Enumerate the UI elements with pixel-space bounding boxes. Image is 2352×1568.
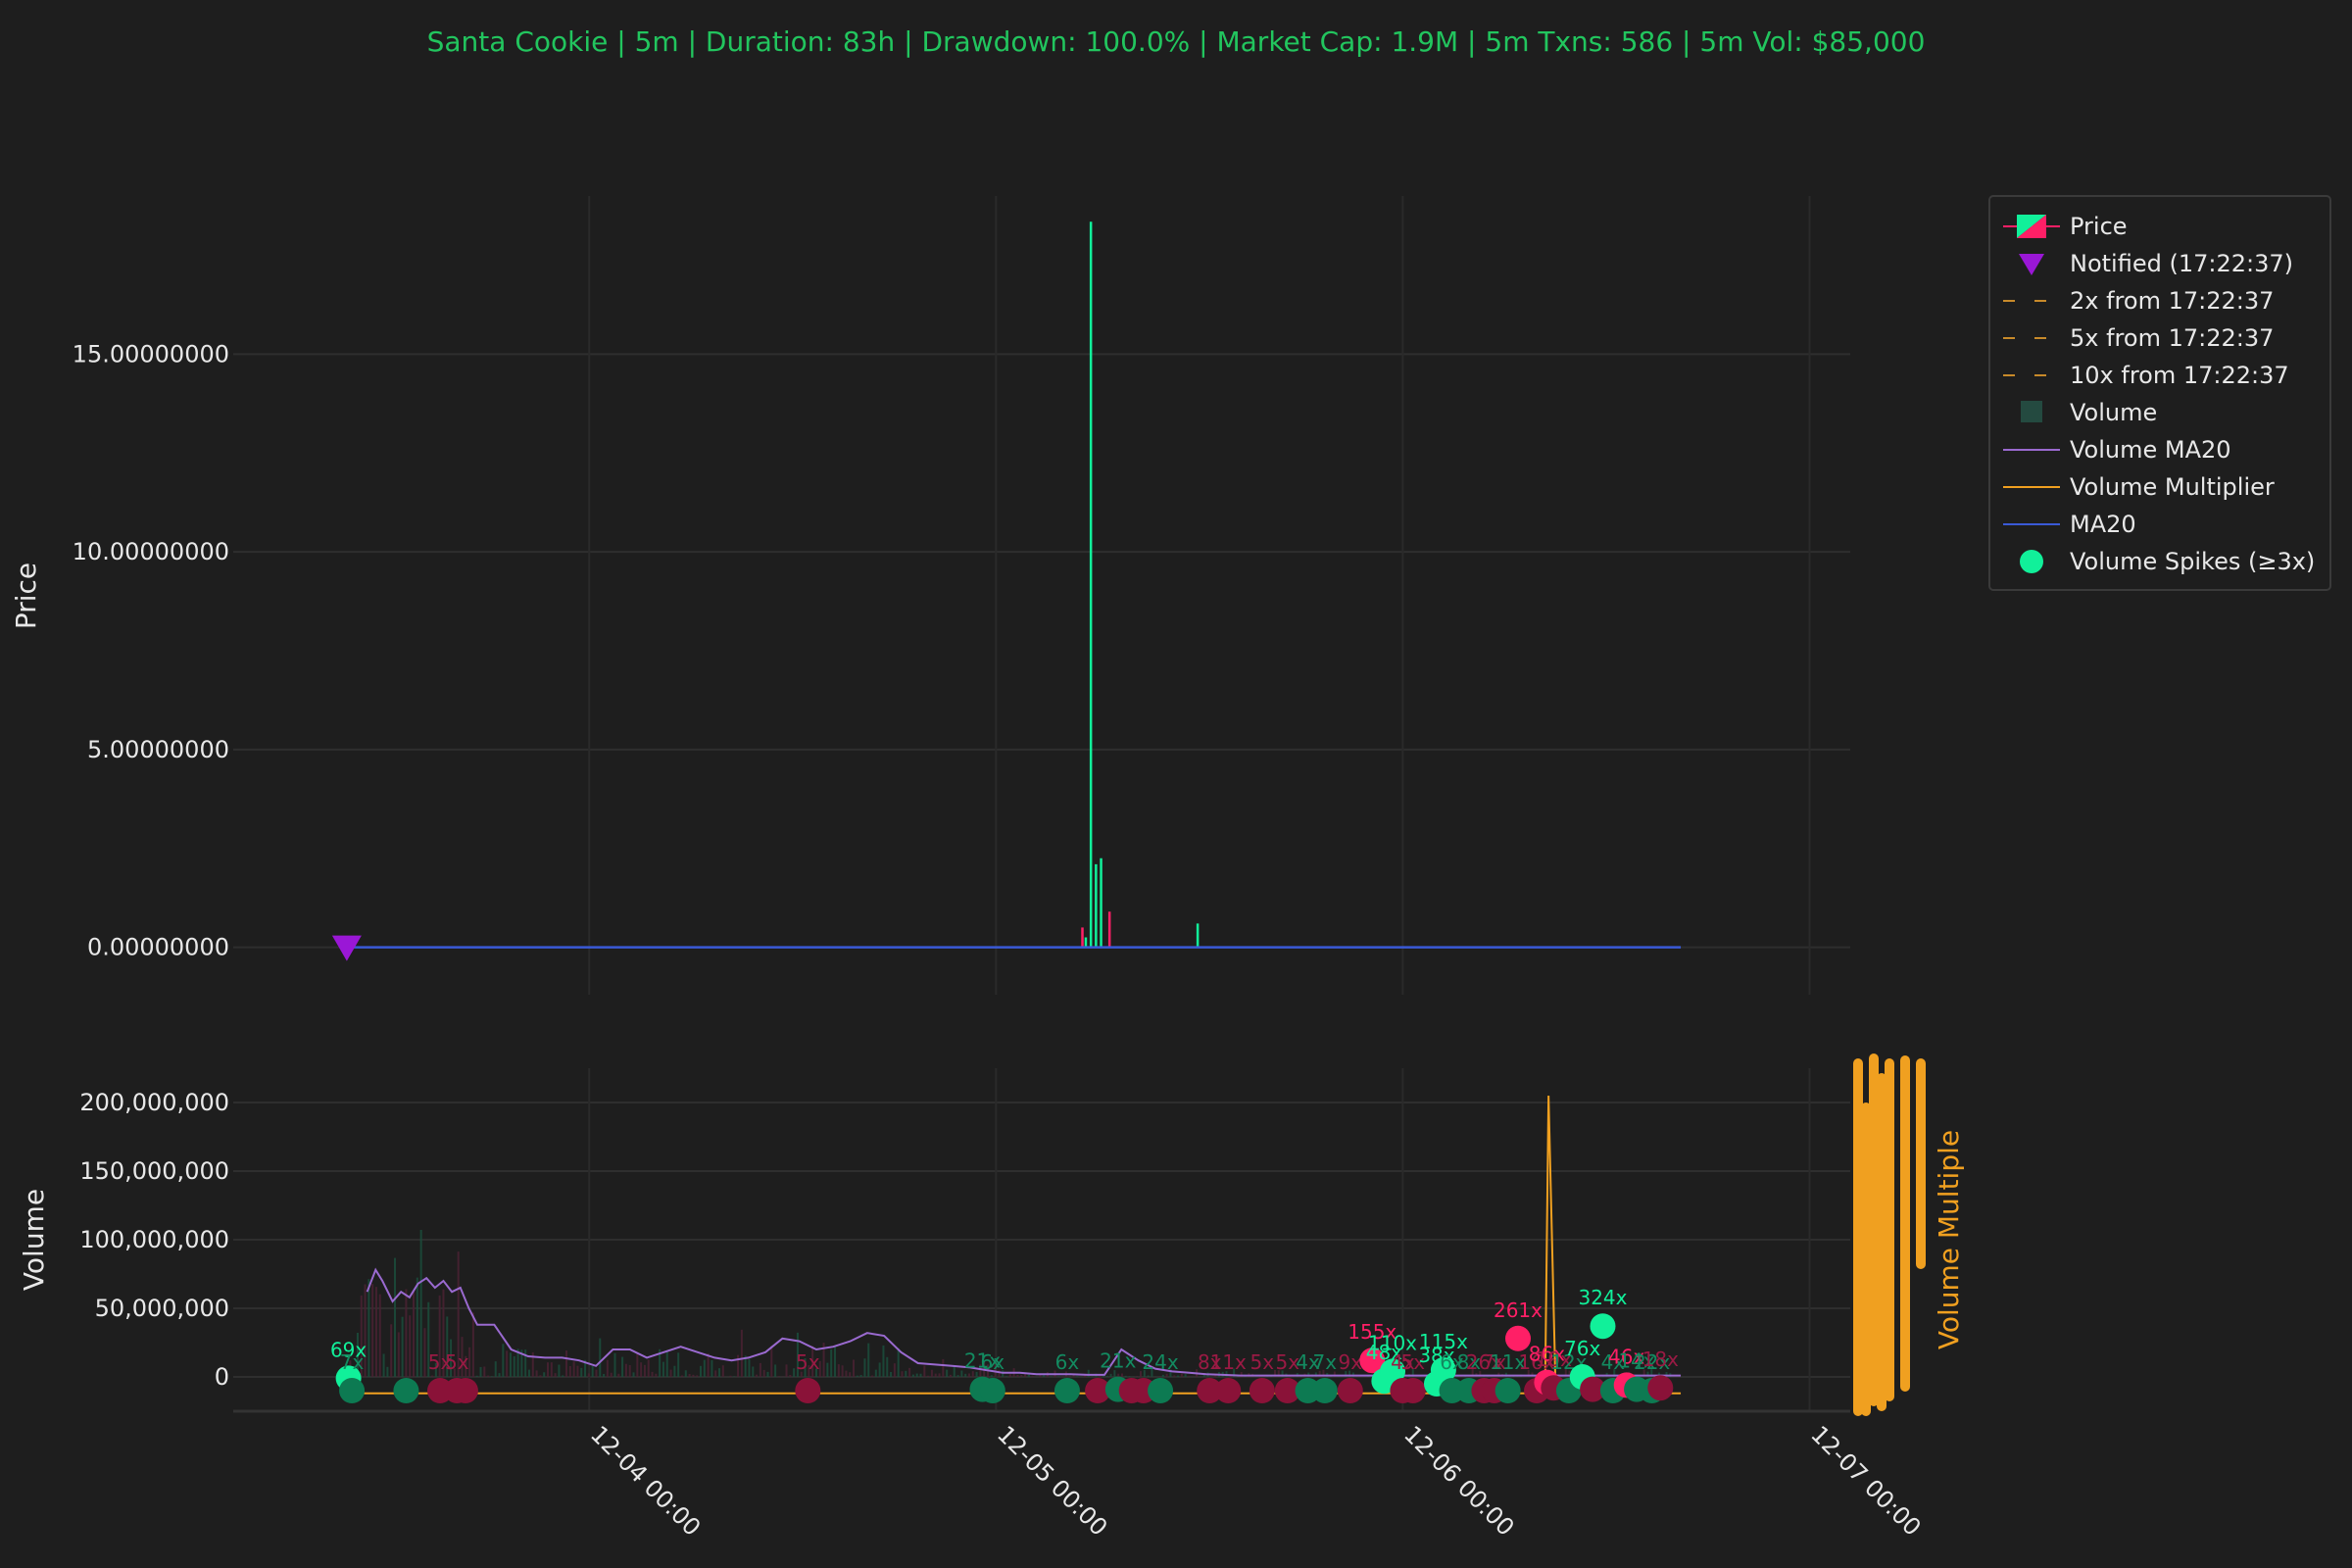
legend-item-label: 5x from 17:22:37 [2070,324,2274,352]
volume-spike-marker [1337,1378,1363,1403]
chart-title: Santa Cookie | 5m | Duration: 83h | Draw… [427,25,1926,58]
volume-spike-marker [979,1378,1005,1403]
volume-spike-marker [1054,1378,1080,1403]
volume-spike-marker [393,1378,419,1403]
chart-legend: Price Notified (17:22:37) 2x from 17:22:37… [1988,195,2331,591]
price-y-ticks: 0.00000000 5.00000000 10.00000000 15.000000… [73,340,229,960]
volume-spike-marker [1215,1378,1242,1403]
volume-spike-label: 261x [1494,1298,1543,1322]
price-volume-chart: Santa Cookie | 5m | Duration: 83h | Draw… [10,25,2331,1542]
volume-spike-label: 5x [445,1350,469,1374]
volume-spike-label: 21x [1100,1349,1136,1373]
volume-spike-marker [795,1378,821,1403]
volume-spike-marker [1494,1378,1521,1403]
x-tick-label: 12-04 00:00 [585,1420,706,1541]
legend-item-label: Notified (17:22:37) [2070,250,2293,277]
price-panel-grid [233,196,1850,995]
legend-item-label: MA20 [2070,511,2136,538]
volume-spike-label: 6x [981,1350,1005,1374]
volume-spike-label: 24x [1142,1350,1178,1374]
x-tick-label: 12-06 00:00 [1398,1420,1519,1541]
volume-y-tick-label: 100,000,000 [79,1226,229,1253]
legend-item-label: 2x from 17:22:37 [2070,287,2274,315]
volume-multiple-axis [1853,1054,1926,1416]
volume-spike-label: 7x [340,1350,365,1374]
x-ticks: 12-04 00:00 12-05 00:00 12-06 00:00 12-07 0… [585,1420,1927,1541]
legend-item-label: Volume Multiplier [2070,473,2275,501]
volume-y-tick-label: 0 [215,1363,229,1391]
x-tick-label: 12-05 00:00 [992,1420,1112,1541]
legend-item-label: 10x from 17:22:37 [2070,362,2289,389]
price-lines [331,935,1682,961]
volume-spike-marker [1505,1325,1532,1351]
x-tick-label: 12-07 00:00 [1805,1420,1926,1541]
volume-spike-marker [1311,1378,1338,1403]
volume-spike-label: 18x [1642,1348,1679,1371]
volume-spike-label: 7x [1313,1350,1338,1374]
volume-axis-label: Volume [18,1189,50,1291]
volume-spikes: 69x7x 5x5x 5x 21x6x 6x 21x 24x 8x11x 5x 5x4x7x 9x1… [330,1286,1679,1403]
volume-spike-label: 11x [1210,1350,1247,1374]
volume-y-ticks: 0 50,000,000 100,000,000 150,000,000 200,000… [79,1089,229,1391]
price-candles [1081,221,1200,948]
legend-item-label: Price [2070,213,2128,240]
price-y-tick-label: 5.00000000 [87,736,229,763]
legend-item-label: Volume Spikes (≥3x) [2070,548,2315,575]
volume-multiple-axis-label: Volume Multiple [1933,1130,1965,1349]
volume-spike-marker [1590,1313,1616,1340]
volume-spike-label: 76x [1564,1337,1600,1360]
volume-spike-label: 5x [1250,1350,1275,1374]
price-y-tick-label: 10.00000000 [73,538,229,565]
volume-spike-marker [1399,1378,1426,1403]
volume-y-tick-label: 150,000,000 [79,1157,229,1185]
volume-spike-marker [339,1378,366,1403]
volume-spike-label: 324x [1578,1286,1627,1309]
price-y-tick-label: 15.00000000 [73,340,229,368]
legend-item: Volume [2021,399,2157,426]
volume-spike-label: 6x [1055,1350,1080,1374]
volume-spike-marker [1148,1378,1174,1403]
legend-item-label: Volume [2070,399,2157,426]
volume-spike-label: 5x [796,1350,820,1374]
price-y-tick-label: 0.00000000 [87,934,229,961]
volume-multiplier-line [346,1095,1682,1395]
volume-lines [346,1095,1682,1395]
legend-item-label: Volume MA20 [2070,436,2231,464]
price-axis-label: Price [10,563,42,629]
volume-y-tick-label: 200,000,000 [79,1089,229,1116]
volume-y-tick-label: 50,000,000 [95,1295,229,1322]
volume-spike-label: 9x [1338,1350,1362,1374]
volume-spike-marker [1647,1375,1674,1401]
volume-spike-marker [1249,1378,1275,1403]
volume-spike-marker [452,1378,478,1403]
